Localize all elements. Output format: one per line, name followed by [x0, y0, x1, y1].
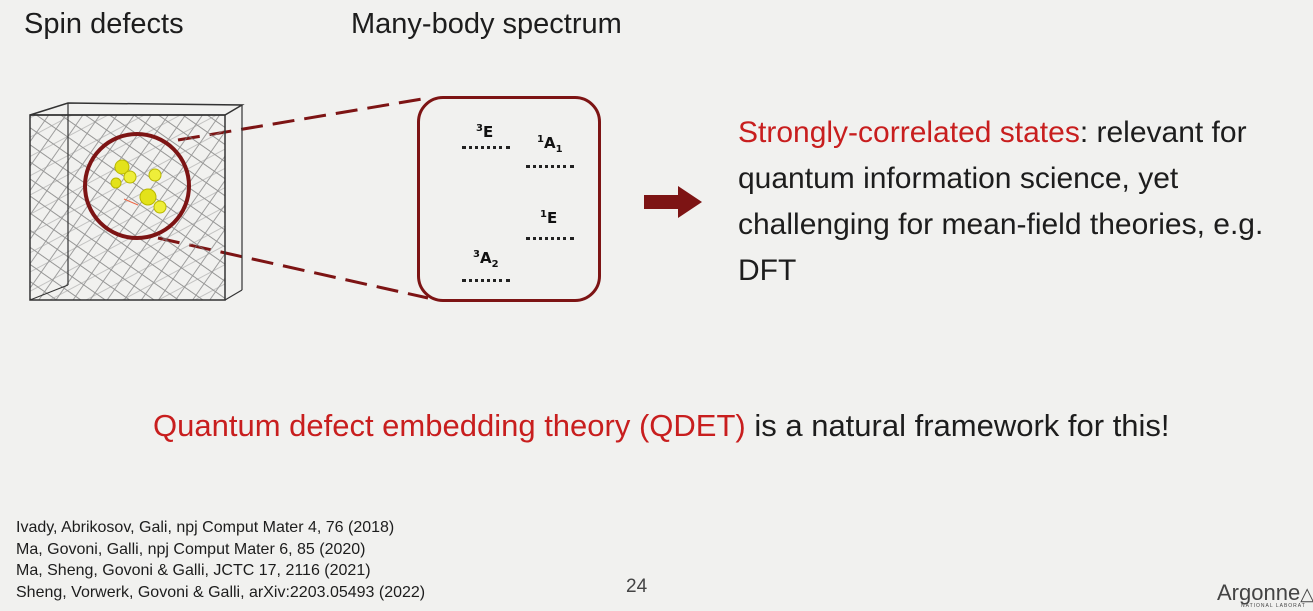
reference-item: Sheng, Vorwerk, Govoni & Galli, arXiv:22…: [16, 583, 426, 601]
level-3A2-label: 3A2: [473, 249, 499, 270]
page-number: 24: [626, 576, 648, 597]
level-1A1-line: [526, 165, 574, 168]
qdet-highlight: Quantum defect embedding theory (QDET): [153, 408, 746, 443]
references-list: Ivady, Abrikosov, Gali, npj Comput Mater…: [16, 517, 425, 603]
crystal-lattice-illustration: [29, 102, 245, 301]
level-1E-label: 1E: [540, 209, 558, 227]
level-1E-line: [526, 237, 574, 240]
level-1A1-label: 1A1: [537, 134, 563, 155]
argonne-logo-subtitle: NATIONAL LABORAT: [1241, 603, 1306, 609]
correlated-states-description: Strongly-correlated states: relevant for…: [738, 110, 1308, 294]
reference-item: Ivady, Abrikosov, Gali, npj Comput Mater…: [16, 519, 395, 536]
level-3E-label: 3E: [476, 123, 494, 141]
reference-item: Ma, Govoni, Galli, npj Comput Mater 6, 8…: [16, 540, 366, 558]
strongly-correlated-highlight: Strongly-correlated states: [738, 116, 1080, 149]
qdet-statement: Quantum defect embedding theory (QDET) i…: [153, 408, 1170, 444]
level-3A2-line: [462, 279, 510, 282]
qdet-rest: is a natural framework for this!: [745, 408, 1170, 443]
energy-level-diagram: 3E 1A1 1E 3A2: [417, 96, 601, 302]
reference-item: Ma, Sheng, Govoni & Galli, JCTC 17, 2116…: [16, 562, 371, 579]
argonne-triangle-icon: △: [1300, 584, 1313, 604]
right-arrow-icon: [644, 186, 702, 218]
level-3E-line: [462, 146, 510, 149]
